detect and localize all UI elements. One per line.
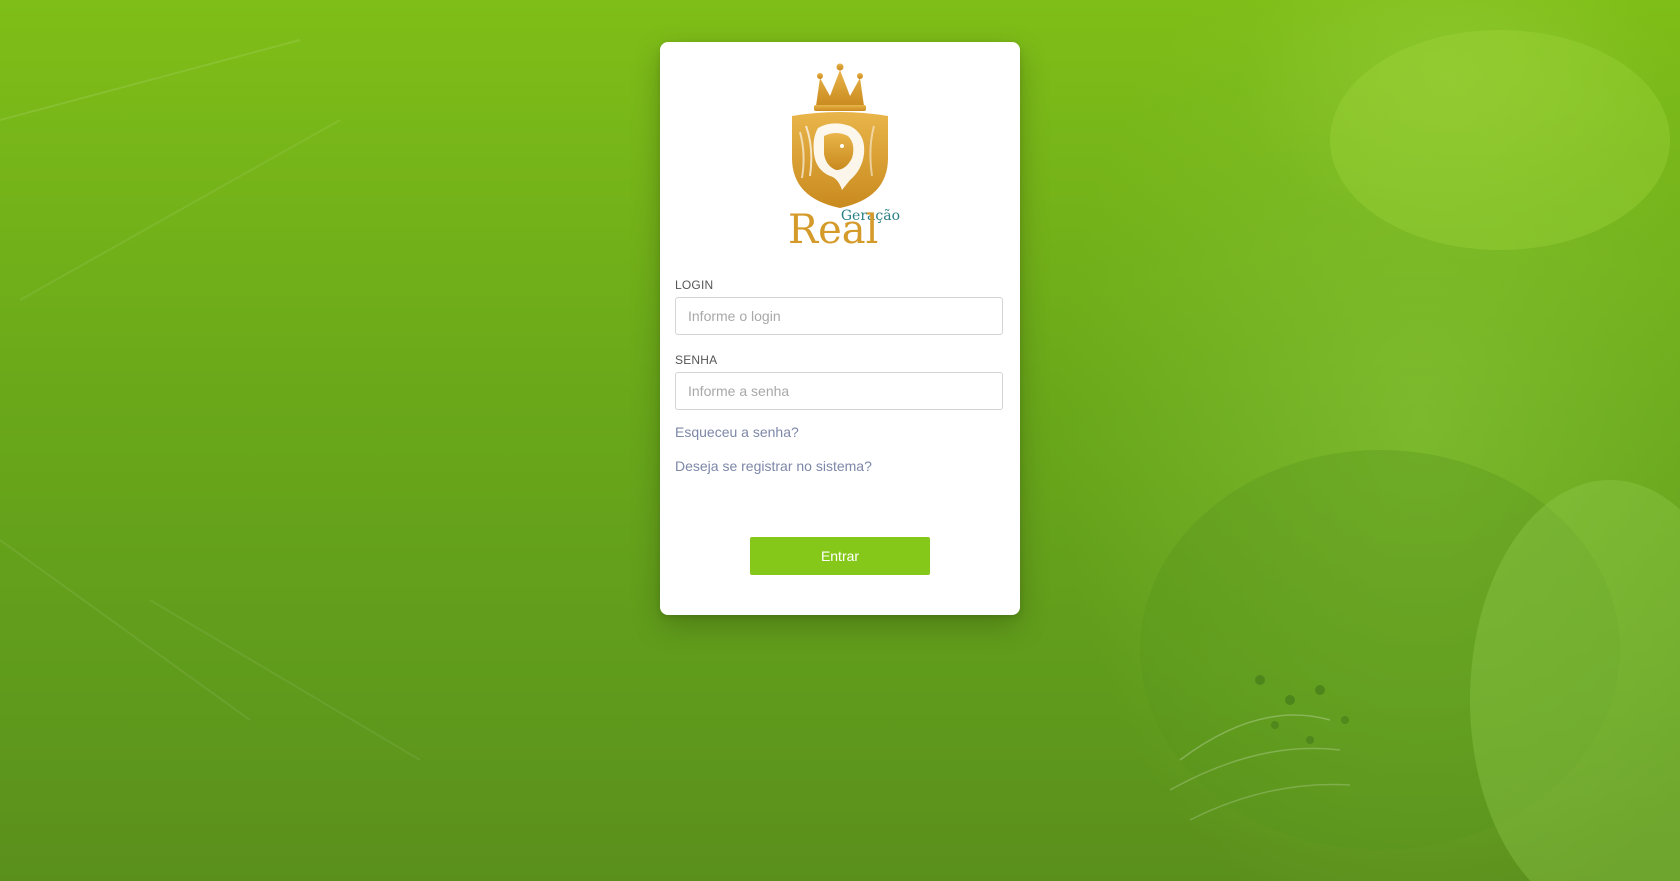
password-label: SENHA (675, 353, 718, 367)
login-label: LOGIN (675, 278, 714, 292)
login-card: Geração Real LOGIN SENHA Esqueceu a senh… (660, 42, 1020, 615)
brand-logo: Geração Real (780, 58, 900, 252)
register-link[interactable]: Deseja se registrar no sistema? (675, 458, 872, 474)
logo-word-bottom: Real (788, 207, 879, 253)
login-submit-button[interactable]: Entrar (750, 537, 930, 575)
forgot-password-link[interactable]: Esqueceu a senha? (675, 424, 799, 440)
login-input[interactable] (675, 297, 1003, 335)
password-input[interactable] (675, 372, 1003, 410)
